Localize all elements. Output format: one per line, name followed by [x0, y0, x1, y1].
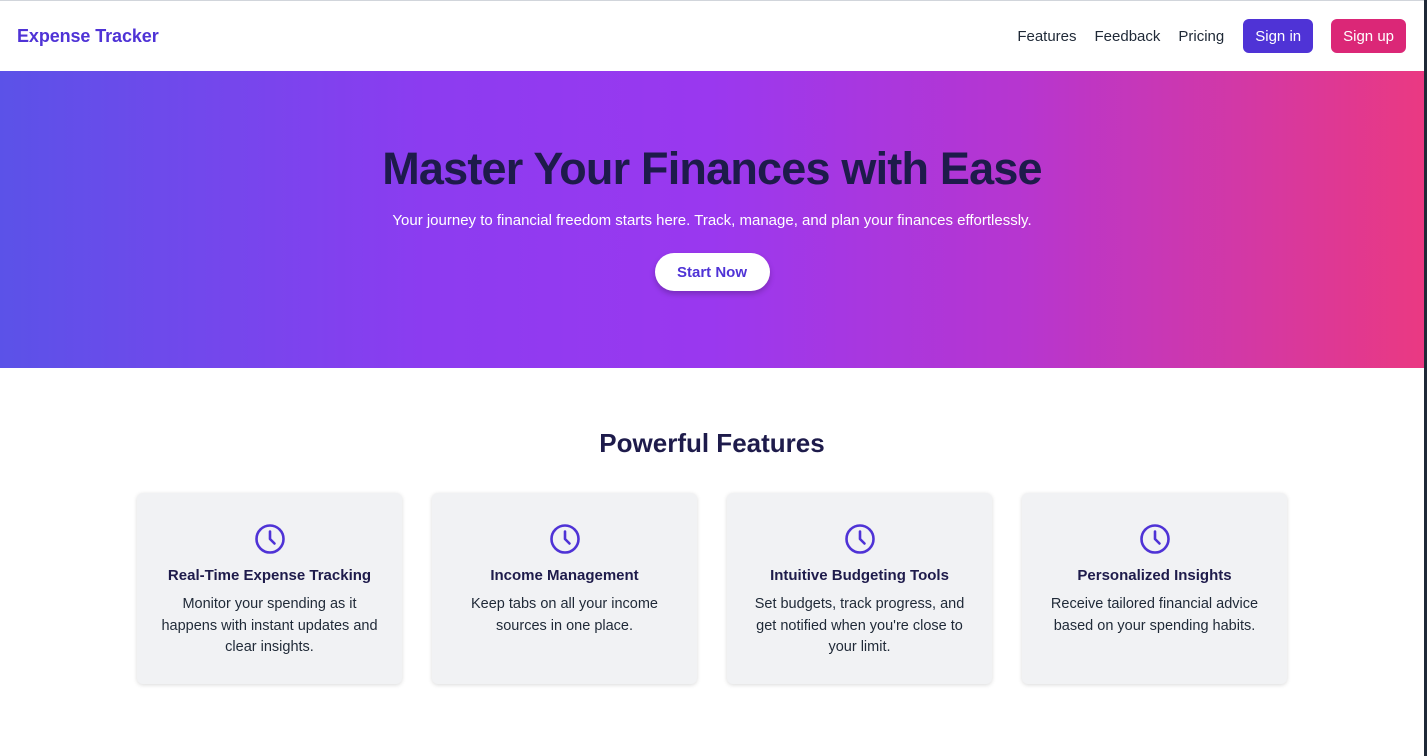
start-now-button[interactable]: Start Now: [654, 253, 770, 291]
feature-card-title: Intuitive Budgeting Tools: [770, 567, 949, 584]
feature-card: Real-Time Expense Tracking Monitor your …: [137, 493, 402, 684]
clock-icon: [549, 523, 581, 555]
hero-title: Master Your Finances with Ease: [382, 143, 1042, 194]
nav-link-features[interactable]: Features: [1017, 28, 1076, 45]
clock-icon: [844, 523, 876, 555]
clock-icon: [254, 523, 286, 555]
clock-icon: [1139, 523, 1171, 555]
feature-cards: Real-Time Expense Tracking Monitor your …: [0, 493, 1424, 684]
hero-subtitle: Your journey to financial freedom starts…: [392, 212, 1032, 229]
nav-link-pricing[interactable]: Pricing: [1178, 28, 1224, 45]
hero-section: Master Your Finances with Ease Your jour…: [0, 71, 1424, 368]
brand-logo[interactable]: Expense Tracker: [17, 26, 159, 47]
features-heading: Powerful Features: [599, 428, 825, 458]
feature-card-description: Receive tailored financial advice based …: [1050, 596, 1259, 634]
feature-card-title: Real-Time Expense Tracking: [167, 567, 372, 584]
feature-card-description: Set budgets, track progress, and get not…: [754, 596, 965, 655]
page: Expense Tracker Features Feedback Pricin…: [0, 0, 1424, 756]
nav-links: Features Feedback Pricing Sign in Sign u…: [1017, 19, 1406, 53]
sign-in-button[interactable]: Sign in: [1243, 19, 1314, 53]
feature-card-title: Income Management: [490, 567, 639, 584]
feature-card: Intuitive Budgeting Tools Set budgets, t…: [727, 493, 992, 684]
feature-card-description: Monitor your spending as it happens with…: [161, 596, 378, 655]
nav-link-feedback[interactable]: Feedback: [1095, 28, 1161, 45]
feature-card: Personalized Insights Receive tailored f…: [1022, 493, 1287, 684]
navbar: Expense Tracker Features Feedback Pricin…: [0, 1, 1424, 71]
feature-card-title: Personalized Insights: [1077, 567, 1232, 584]
feature-card: Income Management Keep tabs on all your …: [432, 493, 697, 684]
feature-card-description: Keep tabs on all your income sources in …: [471, 596, 658, 634]
features-section: Powerful Features Real-Time Expense Trac…: [0, 368, 1424, 684]
sign-up-button[interactable]: Sign up: [1331, 19, 1406, 53]
